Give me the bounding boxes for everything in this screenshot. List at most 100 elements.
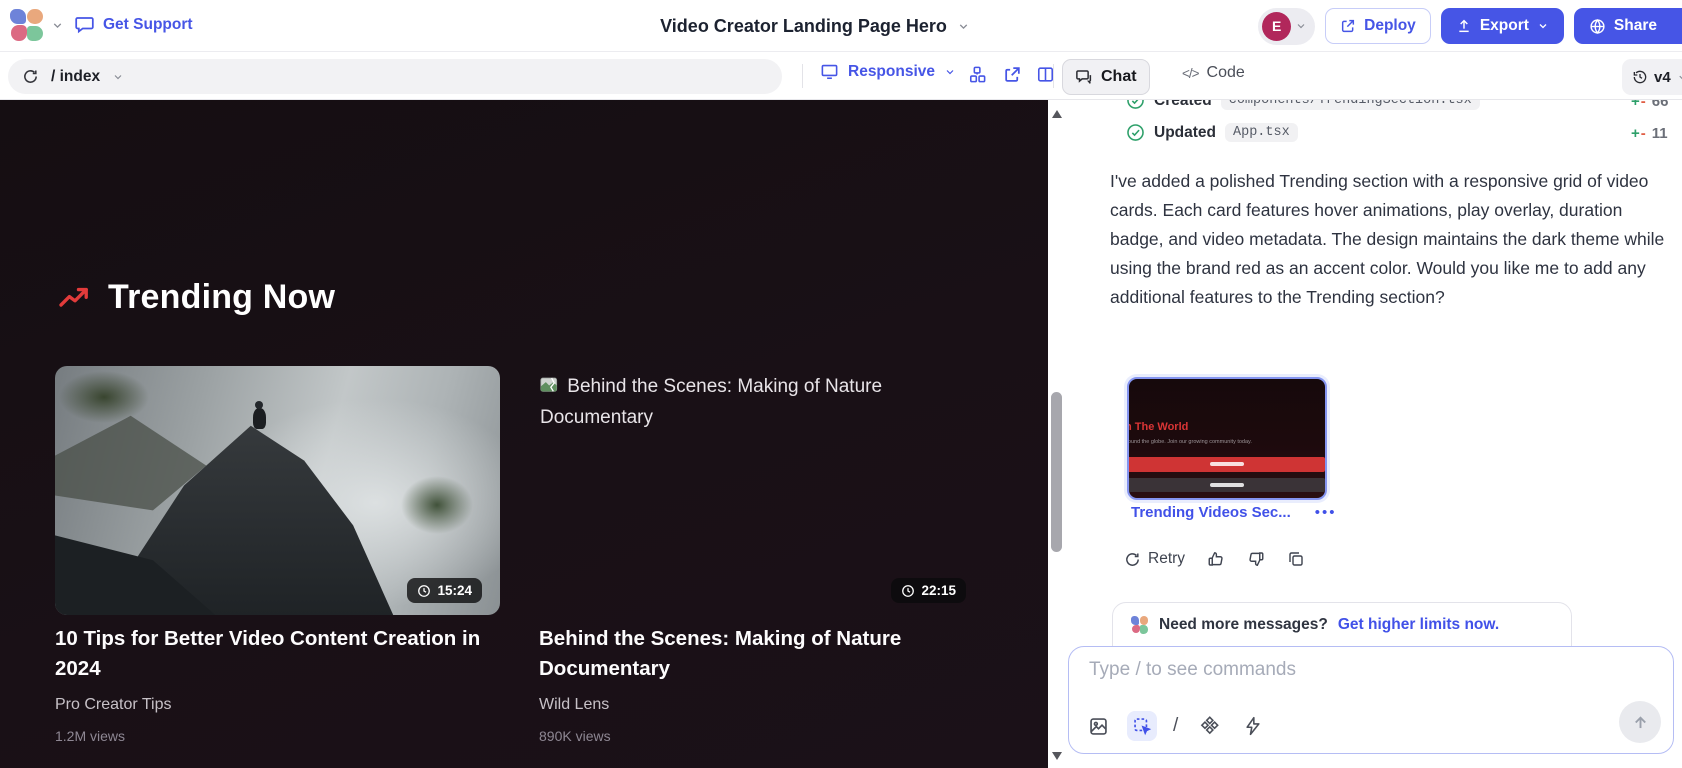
project-title: Video Creator Landing Page Hero bbox=[660, 16, 947, 37]
deploy-label: Deploy bbox=[1364, 17, 1416, 35]
mini-red-button bbox=[1127, 457, 1325, 472]
version-history-dropdown[interactable]: v4 bbox=[1622, 59, 1682, 95]
responsive-label: Responsive bbox=[848, 63, 935, 81]
chat-bubble-icon bbox=[74, 14, 95, 35]
tab-code[interactable]: </> Code bbox=[1182, 64, 1245, 82]
file-change-updated[interactable]: Updated App.tsx +-11 bbox=[1126, 123, 1298, 142]
globe-icon bbox=[1589, 18, 1606, 35]
responsive-mode-dropdown[interactable]: Responsive bbox=[820, 62, 956, 81]
retry-button[interactable]: Retry bbox=[1124, 550, 1185, 568]
share-button[interactable]: Share bbox=[1574, 8, 1682, 44]
divider bbox=[802, 64, 803, 88]
composer-tools: / bbox=[1083, 711, 1268, 741]
chat-input-container: / bbox=[1068, 646, 1674, 754]
scrollbar-thumb[interactable] bbox=[1051, 392, 1062, 552]
integrations-button[interactable] bbox=[1194, 711, 1224, 741]
get-support-link[interactable]: Get Support bbox=[74, 14, 193, 35]
workspace-menu[interactable] bbox=[10, 8, 64, 42]
select-element-button[interactable] bbox=[1127, 711, 1157, 741]
chat-input[interactable] bbox=[1089, 659, 1629, 699]
photographer-silhouette bbox=[253, 408, 266, 429]
mini-subtitle: around the globe. Join our growing commu… bbox=[1127, 439, 1327, 445]
video-views: 890K views bbox=[539, 728, 611, 744]
thumbs-up-button[interactable] bbox=[1207, 550, 1225, 568]
file-name: App.tsx bbox=[1225, 123, 1298, 142]
chat-scrollbar bbox=[1048, 100, 1066, 768]
lightning-icon bbox=[1243, 716, 1263, 736]
video-title[interactable]: Behind the Scenes: Making of Nature Docu… bbox=[539, 624, 979, 684]
generation-title[interactable]: Trending Videos Sec... bbox=[1131, 504, 1291, 521]
chevron-down-icon bbox=[944, 66, 956, 78]
file-name: components/TrendingSection.tsx bbox=[1221, 100, 1480, 110]
scroll-down-arrow[interactable] bbox=[1052, 752, 1062, 760]
refresh-icon[interactable] bbox=[22, 68, 39, 85]
chat-bubble-icon bbox=[1075, 68, 1093, 86]
diff-count: +-66 bbox=[1631, 100, 1668, 110]
diff-count: +-11 bbox=[1631, 125, 1668, 142]
thumbs-down-button[interactable] bbox=[1247, 550, 1265, 568]
arrow-up-icon bbox=[1631, 713, 1650, 732]
selection-cursor-icon bbox=[1132, 716, 1153, 737]
retry-icon bbox=[1124, 551, 1141, 568]
upgrade-notice: Need more messages? Get higher limits no… bbox=[1112, 602, 1572, 648]
video-channel: Wild Lens bbox=[539, 696, 609, 714]
get-support-label: Get Support bbox=[103, 16, 193, 34]
more-options-icon[interactable]: ••• bbox=[1315, 504, 1337, 521]
tab-chat[interactable]: Chat bbox=[1062, 59, 1150, 95]
site-preview: Trending Now 15:24 10 Tips for Better Vi… bbox=[0, 100, 1048, 768]
open-in-new-icon[interactable] bbox=[1003, 65, 1022, 84]
address-bar[interactable]: / index bbox=[8, 59, 782, 94]
top-header: Get Support Video Creator Landing Page H… bbox=[0, 0, 1682, 52]
account-menu[interactable]: E bbox=[1258, 8, 1315, 45]
app-logo-icon bbox=[1131, 616, 1149, 634]
check-circle-icon bbox=[1126, 100, 1145, 110]
chat-tab-label: Chat bbox=[1101, 68, 1137, 86]
quick-actions-button[interactable] bbox=[1238, 711, 1268, 741]
attach-image-button[interactable] bbox=[1083, 711, 1113, 741]
project-title-menu[interactable]: Video Creator Landing Page Hero bbox=[600, 0, 1030, 52]
image-icon bbox=[1088, 716, 1109, 737]
video-views: 1.2M views bbox=[55, 728, 125, 744]
route-path: / index bbox=[51, 68, 100, 86]
code-icon: </> bbox=[1182, 66, 1199, 81]
components-icon[interactable] bbox=[968, 65, 987, 84]
upload-icon bbox=[1456, 18, 1472, 34]
higher-limits-link[interactable]: Get higher limits now. bbox=[1338, 616, 1499, 634]
broken-image-icon bbox=[540, 377, 560, 394]
chevron-down-icon bbox=[1295, 20, 1307, 32]
assistant-message: I've added a polished Trending section w… bbox=[1110, 167, 1666, 312]
clock-icon bbox=[901, 584, 915, 598]
version-label: v4 bbox=[1654, 69, 1671, 86]
copy-button[interactable] bbox=[1287, 550, 1305, 568]
slash-command-button[interactable]: / bbox=[1171, 715, 1180, 737]
broken-image-alt-text: Behind the Scenes: Making of Nature Docu… bbox=[540, 371, 960, 433]
monitor-icon bbox=[820, 62, 839, 81]
scroll-up-arrow[interactable] bbox=[1052, 110, 1062, 118]
chevron-down-icon bbox=[1677, 72, 1682, 83]
chevron-down-icon bbox=[957, 20, 970, 33]
clock-icon bbox=[417, 584, 431, 598]
generation-label-row: Trending Videos Sec... ••• bbox=[1131, 504, 1337, 521]
generation-preview-thumbnail[interactable]: h The World around the globe. Join our g… bbox=[1127, 377, 1327, 500]
message-actions: Retry bbox=[1124, 550, 1305, 568]
chevron-down-icon[interactable] bbox=[112, 71, 124, 83]
trending-section-title: Trending Now bbox=[108, 278, 335, 317]
trending-section-header: Trending Now bbox=[58, 278, 335, 317]
chevron-down-icon bbox=[1537, 20, 1549, 32]
export-label: Export bbox=[1480, 17, 1529, 35]
app-logo-icon bbox=[10, 8, 44, 42]
trending-up-icon bbox=[58, 284, 92, 312]
file-change-created[interactable]: Created components/TrendingSection.tsx +… bbox=[1126, 100, 1480, 110]
send-button[interactable] bbox=[1619, 701, 1661, 743]
mini-dark-button bbox=[1127, 478, 1325, 492]
video-title[interactable]: 10 Tips for Better Video Content Creatio… bbox=[55, 624, 495, 684]
notice-text: Need more messages? bbox=[1159, 616, 1328, 634]
deploy-button[interactable]: Deploy bbox=[1325, 8, 1431, 44]
duration-badge: 15:24 bbox=[407, 578, 482, 603]
video-card-2-thumbnail[interactable]: Behind the Scenes: Making of Nature Docu… bbox=[539, 366, 984, 615]
external-link-icon bbox=[1340, 18, 1356, 34]
export-button[interactable]: Export bbox=[1441, 8, 1564, 44]
share-label: Share bbox=[1614, 17, 1657, 35]
video-card-1-thumbnail[interactable]: 15:24 bbox=[55, 366, 500, 615]
code-tab-label: Code bbox=[1207, 64, 1245, 82]
